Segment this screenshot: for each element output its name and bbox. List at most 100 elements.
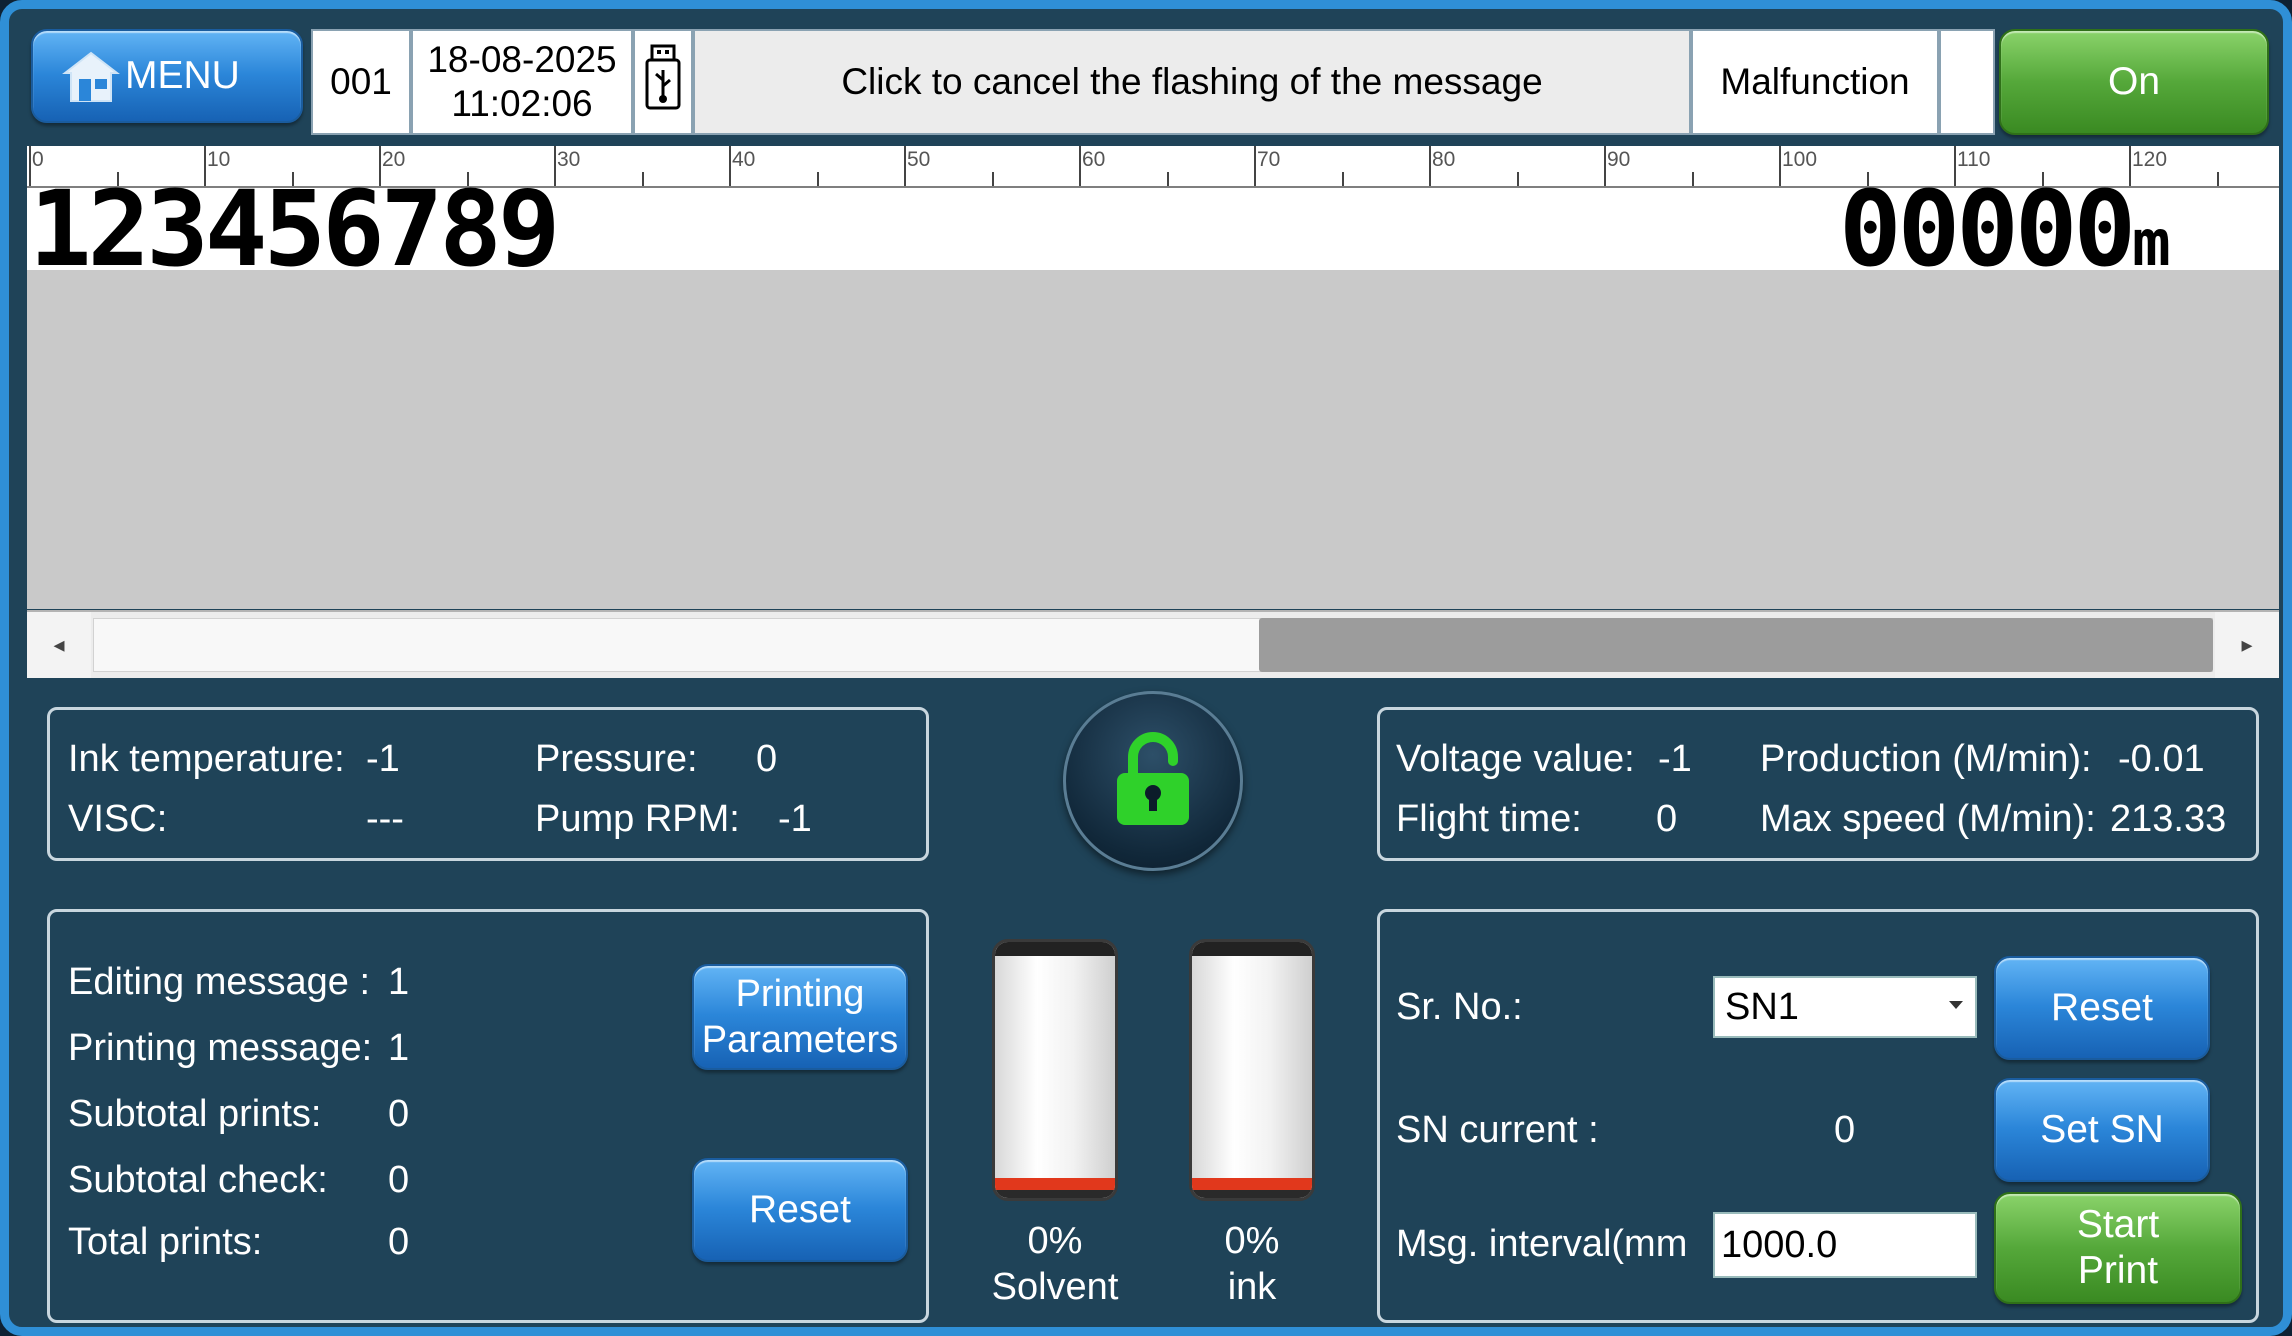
sn-current-label: SN current :: [1396, 1109, 1599, 1151]
scroll-right-button[interactable]: ▸: [2215, 612, 2279, 678]
ruler-label: 70: [1257, 148, 1281, 171]
datetime-display: 18-08-2025 11:02:06: [411, 29, 633, 135]
flight-label: Flight time:: [1396, 798, 1582, 840]
counters-reset-button[interactable]: Reset: [692, 1158, 908, 1262]
set-sn-button[interactable]: Set SN: [1994, 1078, 2210, 1182]
ink-bottle: [1189, 939, 1315, 1201]
lock-button[interactable]: [1063, 691, 1243, 871]
solvent-level-marker: [995, 1178, 1115, 1190]
ruler-tick: [641, 172, 644, 186]
subtotal-prints-label: Subtotal prints:: [68, 1093, 322, 1135]
ruler-tick: [1341, 172, 1344, 186]
msg-interval-label: Msg. interval(mm: [1396, 1223, 1688, 1265]
subtotal-prints-value: 0: [388, 1093, 410, 1135]
solvent-tank: 0% Solvent: [975, 939, 1135, 1315]
printing-parameters-line2: Parameters: [701, 1019, 899, 1061]
msg-interval-input[interactable]: [1713, 1212, 1977, 1278]
chevron-down-icon: [1947, 998, 1965, 1016]
start-print-button[interactable]: Start Print: [1994, 1192, 2242, 1304]
horizontal-scrollbar[interactable]: ◂ ▸: [27, 610, 2279, 678]
subtotal-check-label: Subtotal check:: [68, 1159, 328, 1201]
voltage-value: -1: [1658, 738, 1692, 780]
ruler-tick: [904, 146, 906, 186]
voltage-label: Voltage value:: [1396, 738, 1635, 780]
ink-label: ink: [1227, 1266, 1277, 1308]
sr-no-selected: SN1: [1725, 985, 1799, 1028]
ink-percent: 0%: [1224, 1220, 1280, 1262]
job-number[interactable]: 001: [311, 29, 411, 135]
max-speed-value: 213.33: [2110, 798, 2227, 840]
message-text: 123456789: [29, 168, 561, 290]
visc-label: VISC:: [68, 798, 168, 840]
start-print-line1: Start: [2076, 1203, 2160, 1246]
ruler-label: 50: [907, 148, 931, 171]
menu-label: MENU: [125, 54, 240, 97]
printing-value: 1: [388, 1027, 410, 1069]
message-bar[interactable]: Click to cancel the flashing of the mess…: [693, 29, 1691, 135]
pressure-value: 0: [756, 738, 778, 780]
production-value: -0.01: [2118, 738, 2205, 780]
editing-label: Editing message :: [68, 961, 371, 1003]
ruler-tick: [1079, 146, 1081, 186]
start-print-line2: Print: [2077, 1249, 2159, 1292]
ink-temp-label: Ink temperature:: [68, 738, 345, 780]
ruler-label: 30: [557, 148, 581, 171]
production-label: Production (M/min):: [1760, 738, 2092, 780]
status-indicator[interactable]: Malfunction: [1691, 29, 1939, 135]
editor-area[interactable]: [27, 270, 2279, 609]
scroll-left-button[interactable]: ◂: [27, 612, 91, 678]
scroll-thumb[interactable]: [1259, 618, 2213, 672]
usb-drive-icon: [644, 44, 682, 120]
usb-status: [633, 29, 693, 135]
sr-no-label: Sr. No.:: [1396, 986, 1523, 1028]
ruler-tick: [729, 146, 731, 186]
date-text: 18-08-2025: [427, 39, 617, 80]
solvent-percent: 0%: [1027, 1220, 1083, 1262]
printing-label: Printing message:: [68, 1027, 373, 1069]
flight-value: 0: [1656, 798, 1678, 840]
editing-value: 1: [388, 961, 410, 1003]
message-preview[interactable]: 123456789 00000m: [27, 168, 2279, 290]
max-speed-label: Max speed (M/min):: [1760, 798, 2096, 840]
ruler-label: 120: [2132, 148, 2168, 171]
serial-reset-button[interactable]: Reset: [1994, 956, 2210, 1060]
ink-tank: 0% ink: [1172, 939, 1332, 1315]
time-text: 11:02:06: [451, 83, 593, 124]
ruler-tick: [1516, 172, 1519, 186]
ruler-tick: [2216, 172, 2219, 186]
unlocked-padlock-icon: [1113, 729, 1193, 834]
sn-current-value: 0: [1834, 1109, 1856, 1151]
ruler-label: 40: [732, 148, 756, 171]
ruler-tick: [1691, 172, 1694, 186]
visc-value: ---: [366, 798, 404, 840]
ruler-tick: [1166, 172, 1169, 186]
ruler-tick: [1254, 146, 1256, 186]
ruler-label: 80: [1432, 148, 1456, 171]
power-on-button[interactable]: On: [1999, 29, 2269, 135]
sr-no-dropdown[interactable]: SN1: [1713, 976, 1977, 1038]
menu-button[interactable]: MENU: [31, 29, 303, 123]
total-prints-label: Total prints:: [68, 1221, 263, 1263]
pressure-label: Pressure:: [535, 738, 698, 780]
ruler-label: 90: [1607, 148, 1631, 171]
solvent-bottle: [992, 939, 1118, 1201]
counters-panel: Editing message : 1 Printing message: 1 …: [47, 909, 929, 1323]
print-status-panel: Voltage value: -1 Production (M/min): -0…: [1377, 707, 2259, 861]
home-icon: [61, 47, 121, 105]
ruler-tick: [1429, 146, 1431, 186]
ruler-label: 60: [1082, 148, 1106, 171]
total-prints-value: 0: [388, 1221, 410, 1263]
status-spacer: [1939, 29, 1995, 135]
printer-screen: MENU 001 18-08-2025 11:02:06 Click to ca…: [0, 0, 2292, 1336]
ink-temp-value: -1: [366, 738, 400, 780]
pump-label: Pump RPM:: [535, 798, 740, 840]
ruler-tick: [1779, 146, 1781, 186]
solvent-label: Solvent: [991, 1266, 1119, 1308]
pump-value: -1: [778, 798, 812, 840]
ruler-tick: [991, 172, 994, 186]
ruler-tick: [1604, 146, 1606, 186]
subtotal-check-value: 0: [388, 1159, 410, 1201]
ruler-label: 100: [1782, 148, 1818, 171]
printing-parameters-button[interactable]: Printing Parameters: [692, 964, 908, 1070]
serial-number-panel: Sr. No.: SN1 Reset SN current : 0 Set SN…: [1377, 909, 2259, 1323]
